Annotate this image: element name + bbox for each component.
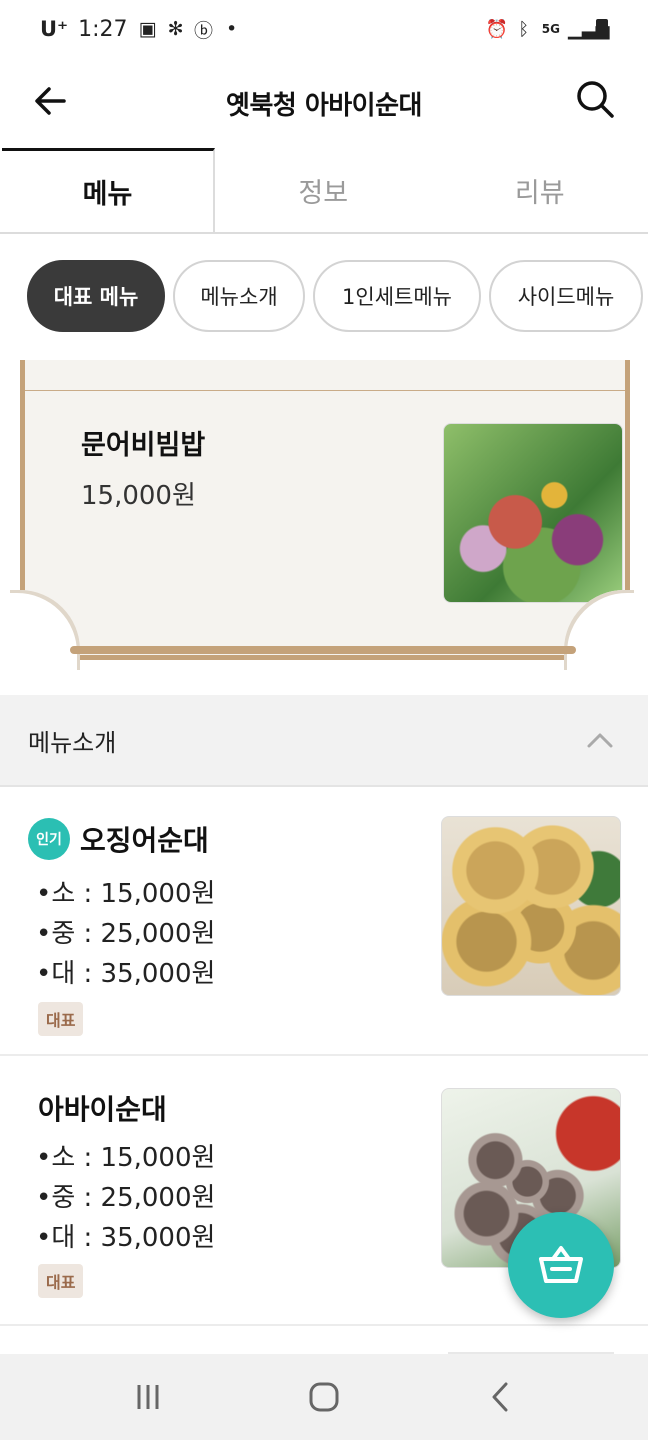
bluetooth-icon: ᛒ	[518, 18, 530, 40]
home-icon	[309, 1382, 339, 1412]
arrow-left-icon	[35, 87, 66, 115]
section-header-menu-intro[interactable]: 메뉴소개	[0, 695, 648, 787]
menu-item[interactable]: 인기 오징어순대 •소 : 15,000원 •중 : 25,000원 •대 : …	[0, 790, 648, 1056]
featured-item-name: 문어비빔밥	[81, 430, 206, 461]
tab-info[interactable]: 정보	[215, 148, 432, 232]
price-small: •소 : 15,000원	[36, 1143, 216, 1173]
signature-tag: 대표	[38, 1264, 84, 1298]
menu-item-name: 오징어순대	[80, 824, 209, 857]
dot-icon: •	[225, 18, 238, 40]
price-list: •소 : 15,000원 •중 : 25,000원 •대 : 35,000원	[36, 1138, 215, 1258]
page-title: 옛북청 아바이순대	[226, 90, 422, 121]
time-label: 1:27	[78, 16, 128, 42]
signature-tag: 대표	[38, 1002, 84, 1036]
search-button[interactable]	[572, 76, 618, 122]
back-button[interactable]	[28, 78, 74, 124]
chip-side-menu[interactable]: 사이드메뉴	[489, 260, 643, 332]
search-icon	[577, 81, 614, 118]
fan-icon: ✻	[167, 18, 184, 40]
collapse-button[interactable]	[580, 720, 620, 760]
battery-icon	[596, 19, 608, 39]
system-nav-bar	[0, 1354, 648, 1440]
price-medium: •중 : 25,000원	[36, 1183, 216, 1213]
featured-item-photo	[443, 423, 623, 603]
card-bottom-border	[70, 646, 576, 654]
featured-menu-section: 문어비빔밥 15,000원	[0, 360, 648, 670]
app-bar: 옛북청 아바이순대	[0, 58, 648, 148]
network-label: 5G	[541, 22, 560, 36]
price-large: •대 : 35,000원	[36, 1223, 216, 1253]
chip-signature-menu[interactable]: 대표 메뉴	[27, 260, 165, 332]
menu-item-photo	[441, 816, 621, 996]
category-chips: 대표 메뉴 메뉴소개 1인세트메뉴 사이드메뉴	[0, 260, 648, 334]
menu-item-name: 아바이순대	[38, 1093, 167, 1126]
popular-badge: 인기	[28, 818, 70, 860]
tab-reviews[interactable]: 리뷰	[432, 148, 648, 232]
chevron-up-icon	[587, 733, 613, 748]
chevron-left-icon	[492, 1382, 508, 1412]
price-large: •대 : 35,000원	[36, 959, 216, 989]
tab-menu[interactable]: 메뉴	[2, 148, 215, 232]
status-bar: U⁺ 1:27 ▣ ✻ ⓑ • ⏰ ᛒ 5G ▁▃▅	[0, 0, 648, 58]
tab-bar: 메뉴 정보 리뷰	[0, 148, 648, 234]
carrier-label: U⁺	[40, 17, 69, 41]
gallery-icon: ▣	[138, 18, 157, 40]
back-nav-button[interactable]	[470, 1367, 530, 1427]
basket-icon	[539, 1246, 583, 1283]
chip-single-set[interactable]: 1인세트메뉴	[313, 260, 481, 332]
cart-button[interactable]	[508, 1212, 614, 1318]
recents-icon	[137, 1385, 159, 1409]
chip-menu-intro[interactable]: 메뉴소개	[173, 260, 305, 332]
alarm-icon: ⏰	[485, 18, 509, 40]
featured-menu-card[interactable]: 문어비빔밥 15,000원	[20, 360, 630, 660]
recents-button[interactable]	[118, 1367, 178, 1427]
home-button[interactable]	[294, 1367, 354, 1427]
featured-item-price: 15,000원	[81, 481, 196, 511]
b-app-icon: ⓑ	[194, 19, 214, 42]
price-medium: •중 : 25,000원	[36, 919, 216, 949]
price-list: •소 : 15,000원 •중 : 25,000원 •대 : 35,000원	[36, 874, 215, 994]
section-title: 메뉴소개	[28, 728, 117, 757]
price-small: •소 : 15,000원	[36, 879, 216, 909]
signal-icon: ▁▃▅	[568, 18, 610, 40]
